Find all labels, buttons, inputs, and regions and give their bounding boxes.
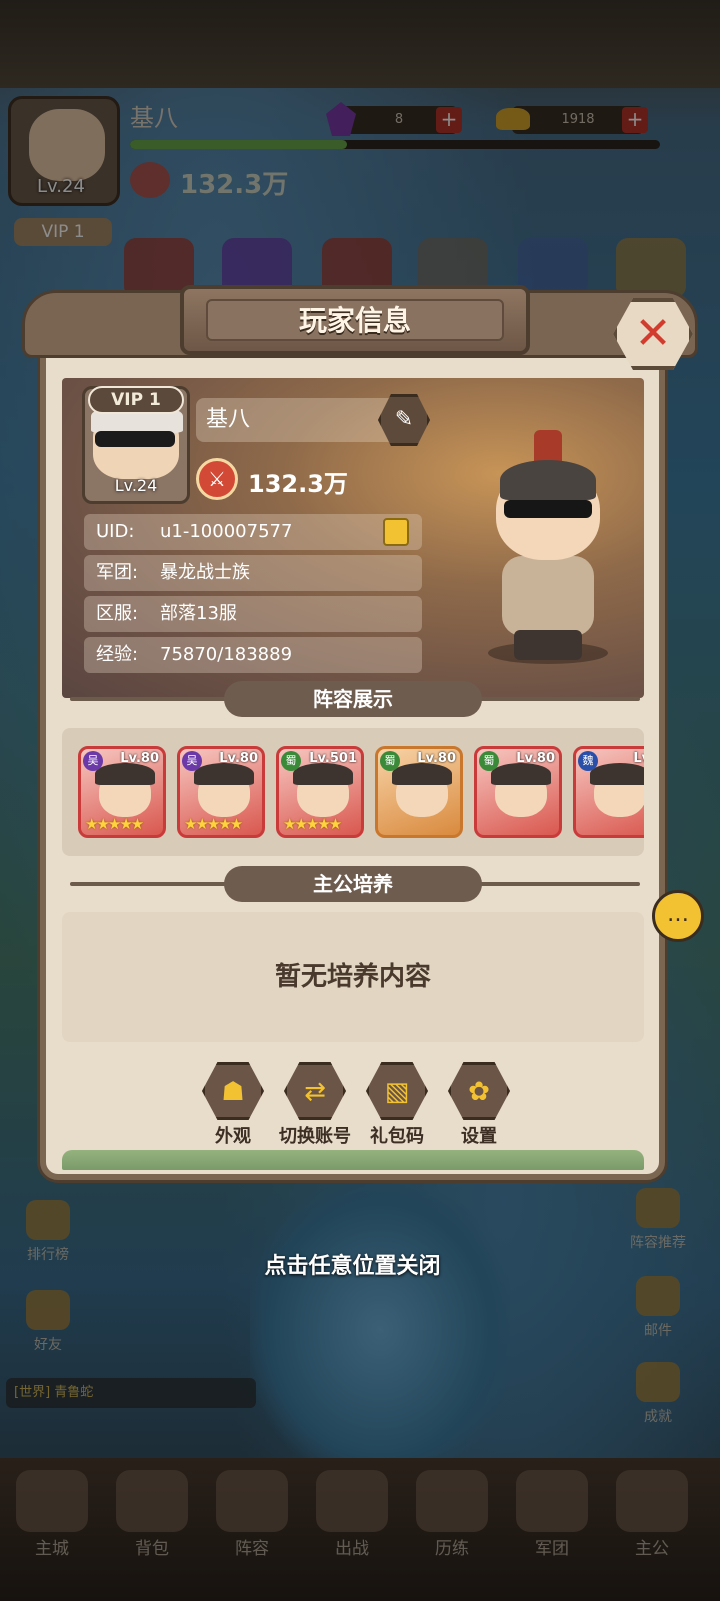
- hero-card[interactable]: 魏 Lv.: [573, 746, 644, 838]
- hero-card[interactable]: 吴 Lv.80 ★★★★★: [177, 746, 265, 838]
- switch-icon: ⇄: [284, 1062, 346, 1120]
- avatar-level: Lv.24: [114, 476, 158, 495]
- guild-row: 军团: 暴龙战士族: [84, 555, 422, 591]
- hero-portrait: [478, 430, 618, 665]
- gift-code-icon: ▧: [366, 1062, 428, 1120]
- switch-account-label: 切换账号: [279, 1126, 351, 1147]
- guild-value: 暴龙战士族: [160, 562, 250, 583]
- exp-row: 经验: 75870/183889: [84, 637, 422, 673]
- star-rating: ★★★★★: [184, 815, 243, 833]
- server-label: 区服:: [96, 603, 139, 624]
- settings-button[interactable]: ✿ 设置: [438, 1062, 520, 1148]
- brush-icon: ✎: [394, 407, 414, 432]
- chat-bubble-icon[interactable]: …: [652, 890, 704, 942]
- server-row: 区服: 部落13服: [84, 596, 422, 632]
- hero-card[interactable]: 蜀 Lv.80: [375, 746, 463, 838]
- hero-card-hair: [392, 763, 452, 785]
- faction-badge: 魏: [578, 751, 598, 771]
- exp-value: 75870/183889: [160, 644, 293, 665]
- faction-badge: 吴: [182, 751, 202, 771]
- avatar-glasses: [95, 431, 175, 447]
- appearance-button[interactable]: ☗ 外观: [192, 1062, 274, 1148]
- hero-card-hair: [95, 763, 155, 785]
- hero-legs: [514, 630, 582, 660]
- combat-power-icon: ⚔: [196, 458, 238, 500]
- player-name: 基八: [196, 398, 396, 442]
- lineup-showcase: 吴 Lv.80 ★★★★★ 吴 Lv.80 ★★★★★ 蜀 Lv.501 ★★★…: [62, 728, 644, 856]
- hero-card[interactable]: 蜀 Lv.501 ★★★★★: [276, 746, 364, 838]
- hero-level: Lv.80: [417, 751, 456, 766]
- hero-card-hair: [491, 763, 551, 785]
- hero-level: Lv.80: [219, 751, 258, 766]
- hero-level: Lv.80: [120, 751, 159, 766]
- dialog-bottom-decoration: [62, 1150, 644, 1170]
- uid-label: UID:: [96, 521, 135, 542]
- cultivate-empty-text: 暂无培养内容: [62, 912, 644, 1042]
- copy-uid-icon[interactable]: [383, 518, 409, 546]
- combat-power-value: 132.3万: [248, 470, 348, 498]
- vip-badge: VIP 1: [88, 386, 184, 414]
- gift-code-label: 礼包码: [370, 1126, 424, 1147]
- server-value: 部落13服: [160, 603, 237, 624]
- dialog-title: 玩家信息: [206, 299, 504, 341]
- dialog-title-plate: 玩家信息: [180, 285, 530, 355]
- hero-card-hair: [293, 763, 353, 785]
- close-icon: ✕: [634, 308, 672, 359]
- guild-label: 军团:: [96, 562, 139, 583]
- cultivate-section-title: 主公培养: [224, 866, 482, 902]
- faction-badge: 蜀: [479, 751, 499, 771]
- star-rating: ★★★★★: [85, 815, 144, 833]
- settings-label: 设置: [461, 1126, 497, 1147]
- hero-card[interactable]: 蜀 Lv.80: [474, 746, 562, 838]
- hero-body: [502, 556, 594, 636]
- switch-account-button[interactable]: ⇄ 切换账号: [274, 1062, 356, 1148]
- hero-level: Lv.80: [516, 751, 555, 766]
- uid-value: u1-100007577: [160, 521, 293, 542]
- lineup-section-title: 阵容展示: [224, 681, 482, 717]
- star-rating: ★★★★★: [283, 815, 342, 833]
- hero-card[interactable]: 吴 Lv.80 ★★★★★: [78, 746, 166, 838]
- uid-row: UID: u1-100007577: [84, 514, 422, 550]
- hero-hair: [500, 460, 596, 500]
- faction-badge: 蜀: [380, 751, 400, 771]
- hero-level: Lv.501: [309, 751, 357, 766]
- hero-glasses: [504, 500, 592, 518]
- gear-icon: ✿: [448, 1062, 510, 1120]
- exp-label: 经验:: [96, 644, 139, 665]
- gift-code-button[interactable]: ▧ 礼包码: [356, 1062, 438, 1148]
- hero-card-hair: [590, 763, 644, 785]
- hero-level: Lv.: [633, 751, 644, 766]
- close-hint-text: 点击任意位置关闭: [264, 1254, 441, 1279]
- faction-badge: 吴: [83, 751, 103, 771]
- faction-badge: 蜀: [281, 751, 301, 771]
- mask-icon: ☗: [202, 1062, 264, 1120]
- hero-card-hair: [194, 763, 254, 785]
- appearance-label: 外观: [215, 1126, 251, 1147]
